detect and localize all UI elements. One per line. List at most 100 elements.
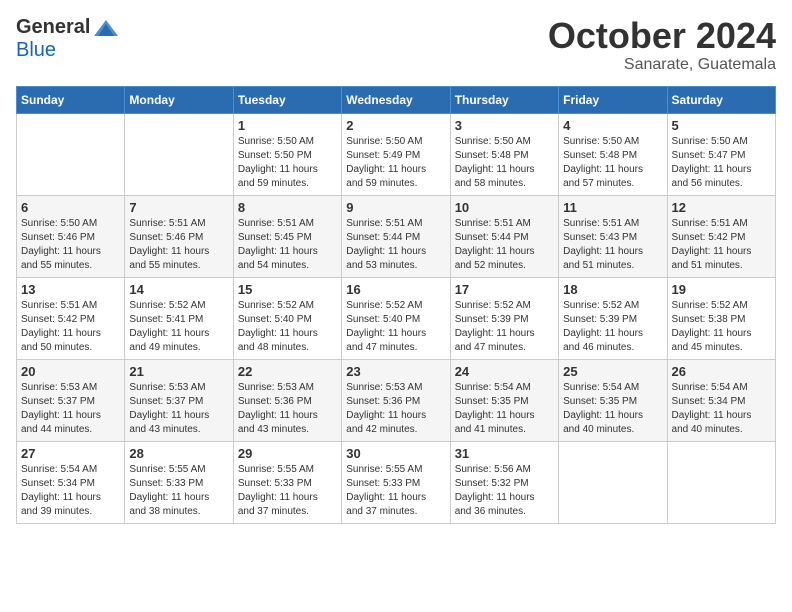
week-row-3: 13 Sunrise: 5:51 AM Sunset: 5:42 PM Dayli… (17, 277, 776, 359)
day-info: Sunrise: 5:54 AM Sunset: 5:34 PM Dayligh… (21, 463, 120, 519)
day-cell-25: 25 Sunrise: 5:54 AM Sunset: 5:35 PM Dayli… (559, 359, 667, 441)
day-header-sunday: Sunday (17, 86, 125, 113)
day-number: 4 (563, 118, 662, 133)
logo-general: General (16, 16, 90, 39)
day-cell-13: 13 Sunrise: 5:51 AM Sunset: 5:42 PM Dayli… (17, 277, 125, 359)
day-info: Sunrise: 5:52 AM Sunset: 5:40 PM Dayligh… (238, 299, 337, 355)
day-info: Sunrise: 5:50 AM Sunset: 5:48 PM Dayligh… (563, 135, 662, 191)
day-number: 29 (238, 446, 337, 461)
day-info: Sunrise: 5:50 AM Sunset: 5:49 PM Dayligh… (346, 135, 445, 191)
day-cell-31: 31 Sunrise: 5:56 AM Sunset: 5:32 PM Dayli… (450, 441, 558, 523)
day-number: 28 (129, 446, 228, 461)
day-cell-10: 10 Sunrise: 5:51 AM Sunset: 5:44 PM Dayli… (450, 195, 558, 277)
week-row-1: 1 Sunrise: 5:50 AM Sunset: 5:50 PM Daylig… (17, 113, 776, 195)
days-header-row: SundayMondayTuesdayWednesdayThursdayFrid… (17, 86, 776, 113)
logo-blue: Blue (16, 39, 56, 62)
day-info: Sunrise: 5:51 AM Sunset: 5:45 PM Dayligh… (238, 217, 337, 273)
day-number: 27 (21, 446, 120, 461)
day-number: 1 (238, 118, 337, 133)
day-cell-16: 16 Sunrise: 5:52 AM Sunset: 5:40 PM Dayli… (342, 277, 450, 359)
week-row-2: 6Sunrise: 5:50 AM Sunset: 5:46 PM Daylig… (17, 195, 776, 277)
day-cell-26: 26 Sunrise: 5:54 AM Sunset: 5:34 PM Dayli… (667, 359, 775, 441)
day-info: Sunrise: 5:50 AM Sunset: 5:46 PM Dayligh… (21, 217, 120, 273)
day-info: Sunrise: 5:51 AM Sunset: 5:42 PM Dayligh… (672, 217, 771, 273)
day-info: Sunrise: 5:50 AM Sunset: 5:48 PM Dayligh… (455, 135, 554, 191)
day-header-thursday: Thursday (450, 86, 558, 113)
calendar-table: SundayMondayTuesdayWednesdayThursdayFrid… (16, 86, 776, 524)
day-info: Sunrise: 5:51 AM Sunset: 5:46 PM Dayligh… (129, 217, 228, 273)
logo-icon (92, 18, 120, 38)
day-number: 9 (346, 200, 445, 215)
day-header-friday: Friday (559, 86, 667, 113)
day-number: 24 (455, 364, 554, 379)
day-number: 10 (455, 200, 554, 215)
location-subtitle: Sanarate, Guatemala (548, 56, 776, 74)
day-header-wednesday: Wednesday (342, 86, 450, 113)
day-info: Sunrise: 5:53 AM Sunset: 5:37 PM Dayligh… (129, 381, 228, 437)
day-cell-2: 2 Sunrise: 5:50 AM Sunset: 5:49 PM Daylig… (342, 113, 450, 195)
day-info: Sunrise: 5:51 AM Sunset: 5:44 PM Dayligh… (455, 217, 554, 273)
day-info: Sunrise: 5:55 AM Sunset: 5:33 PM Dayligh… (129, 463, 228, 519)
day-info: Sunrise: 5:52 AM Sunset: 5:41 PM Dayligh… (129, 299, 228, 355)
day-info: Sunrise: 5:53 AM Sunset: 5:36 PM Dayligh… (346, 381, 445, 437)
day-cell-6: 6Sunrise: 5:50 AM Sunset: 5:46 PM Daylig… (17, 195, 125, 277)
empty-cell (667, 441, 775, 523)
day-number: 7 (129, 200, 228, 215)
day-cell-24: 24Sunrise: 5:54 AM Sunset: 5:35 PM Dayli… (450, 359, 558, 441)
day-cell-7: 7 Sunrise: 5:51 AM Sunset: 5:46 PM Daylig… (125, 195, 233, 277)
day-cell-20: 20 Sunrise: 5:53 AM Sunset: 5:37 PM Dayli… (17, 359, 125, 441)
day-cell-19: 19 Sunrise: 5:52 AM Sunset: 5:38 PM Dayli… (667, 277, 775, 359)
day-cell-3: 3 Sunrise: 5:50 AM Sunset: 5:48 PM Daylig… (450, 113, 558, 195)
day-info: Sunrise: 5:52 AM Sunset: 5:38 PM Dayligh… (672, 299, 771, 355)
day-number: 17 (455, 282, 554, 297)
day-number: 18 (563, 282, 662, 297)
day-number: 3 (455, 118, 554, 133)
week-row-5: 27 Sunrise: 5:54 AM Sunset: 5:34 PM Dayli… (17, 441, 776, 523)
day-number: 26 (672, 364, 771, 379)
day-number: 19 (672, 282, 771, 297)
day-number: 12 (672, 200, 771, 215)
day-number: 5 (672, 118, 771, 133)
day-info: Sunrise: 5:52 AM Sunset: 5:40 PM Dayligh… (346, 299, 445, 355)
day-number: 31 (455, 446, 554, 461)
day-number: 25 (563, 364, 662, 379)
day-info: Sunrise: 5:55 AM Sunset: 5:33 PM Dayligh… (346, 463, 445, 519)
day-info: Sunrise: 5:50 AM Sunset: 5:47 PM Dayligh… (672, 135, 771, 191)
day-cell-23: 23 Sunrise: 5:53 AM Sunset: 5:36 PM Dayli… (342, 359, 450, 441)
day-header-monday: Monday (125, 86, 233, 113)
day-number: 16 (346, 282, 445, 297)
day-cell-5: 5 Sunrise: 5:50 AM Sunset: 5:47 PM Daylig… (667, 113, 775, 195)
day-number: 23 (346, 364, 445, 379)
day-info: Sunrise: 5:53 AM Sunset: 5:37 PM Dayligh… (21, 381, 120, 437)
day-number: 20 (21, 364, 120, 379)
day-cell-4: 4 Sunrise: 5:50 AM Sunset: 5:48 PM Daylig… (559, 113, 667, 195)
day-cell-8: 8 Sunrise: 5:51 AM Sunset: 5:45 PM Daylig… (233, 195, 341, 277)
day-number: 14 (129, 282, 228, 297)
day-info: Sunrise: 5:51 AM Sunset: 5:42 PM Dayligh… (21, 299, 120, 355)
day-info: Sunrise: 5:51 AM Sunset: 5:43 PM Dayligh… (563, 217, 662, 273)
day-header-saturday: Saturday (667, 86, 775, 113)
day-info: Sunrise: 5:53 AM Sunset: 5:36 PM Dayligh… (238, 381, 337, 437)
day-header-tuesday: Tuesday (233, 86, 341, 113)
page-header: General Blue October 2024 Sanarate, Guat… (16, 16, 776, 74)
day-cell-18: 18Sunrise: 5:52 AM Sunset: 5:39 PM Dayli… (559, 277, 667, 359)
day-cell-30: 30 Sunrise: 5:55 AM Sunset: 5:33 PM Dayli… (342, 441, 450, 523)
day-number: 8 (238, 200, 337, 215)
day-info: Sunrise: 5:54 AM Sunset: 5:34 PM Dayligh… (672, 381, 771, 437)
day-number: 13 (21, 282, 120, 297)
day-cell-9: 9 Sunrise: 5:51 AM Sunset: 5:44 PM Daylig… (342, 195, 450, 277)
day-info: Sunrise: 5:56 AM Sunset: 5:32 PM Dayligh… (455, 463, 554, 519)
day-number: 2 (346, 118, 445, 133)
day-number: 15 (238, 282, 337, 297)
day-info: Sunrise: 5:55 AM Sunset: 5:33 PM Dayligh… (238, 463, 337, 519)
day-number: 30 (346, 446, 445, 461)
day-info: Sunrise: 5:50 AM Sunset: 5:50 PM Dayligh… (238, 135, 337, 191)
month-title: October 2024 (548, 16, 776, 56)
day-cell-17: 17Sunrise: 5:52 AM Sunset: 5:39 PM Dayli… (450, 277, 558, 359)
day-cell-11: 11 Sunrise: 5:51 AM Sunset: 5:43 PM Dayli… (559, 195, 667, 277)
day-cell-28: 28 Sunrise: 5:55 AM Sunset: 5:33 PM Dayli… (125, 441, 233, 523)
day-info: Sunrise: 5:51 AM Sunset: 5:44 PM Dayligh… (346, 217, 445, 273)
day-info: Sunrise: 5:54 AM Sunset: 5:35 PM Dayligh… (563, 381, 662, 437)
day-number: 11 (563, 200, 662, 215)
day-cell-15: 15 Sunrise: 5:52 AM Sunset: 5:40 PM Dayli… (233, 277, 341, 359)
